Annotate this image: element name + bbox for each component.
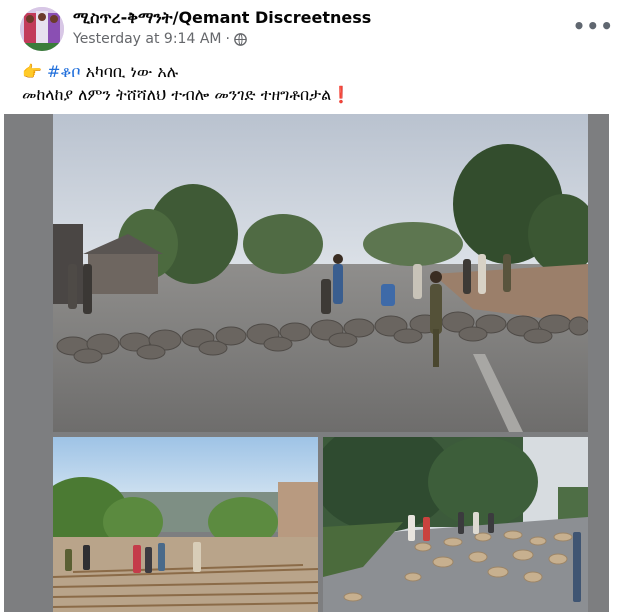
- exclamation-emoji: ❗: [331, 85, 352, 104]
- post-meta: Yesterday at 9:14 AM ·: [73, 31, 247, 47]
- photo-bottom-left-image: [53, 437, 318, 612]
- author-name[interactable]: ሚስጥረ-ቅማንት/Qemant Discreetness: [73, 8, 371, 28]
- facebook-post: ሚስጥረ-ቅማንት/Qemant Discreetness Yesterday …: [0, 0, 640, 612]
- avatar-image: [20, 7, 64, 51]
- meta-separator: ·: [225, 31, 230, 47]
- photo-bottom-right-image: [323, 437, 588, 612]
- photo-main-image: [53, 114, 588, 432]
- more-options-icon[interactable]: •••: [573, 14, 614, 38]
- globe-icon: [234, 32, 247, 46]
- photo-bottom-left-road[interactable]: [53, 437, 318, 612]
- caption-line-1-text: አካባቢ ነው አሉ: [80, 62, 179, 81]
- pointing-finger-emoji: 👉: [22, 62, 42, 81]
- caption-line-1: 👉 #ቆቦ አካባቢ ነው አሉ: [22, 60, 351, 83]
- author-avatar[interactable]: [20, 7, 64, 51]
- caption-line-2-text: መከላከያ ለምን ትሸሻለህ ተብሎ መንገድ ተዘግቶበታል: [22, 85, 332, 104]
- hashtag-link[interactable]: #ቆቦ: [47, 62, 81, 81]
- caption-line-2: መከላከያ ለምን ትሸሻለህ ተብሎ መንገድ ተዘግቶበታል❗: [22, 83, 351, 106]
- photo-bottom-right-rocks[interactable]: [323, 437, 588, 612]
- media-collage: [4, 114, 609, 612]
- photo-main-roadblock[interactable]: [53, 114, 588, 432]
- post-timestamp[interactable]: Yesterday at 9:14 AM: [73, 31, 221, 47]
- post-caption: 👉 #ቆቦ አካባቢ ነው አሉ መከላከያ ለምን ትሸሻለህ ተብሎ መንገ…: [22, 60, 351, 106]
